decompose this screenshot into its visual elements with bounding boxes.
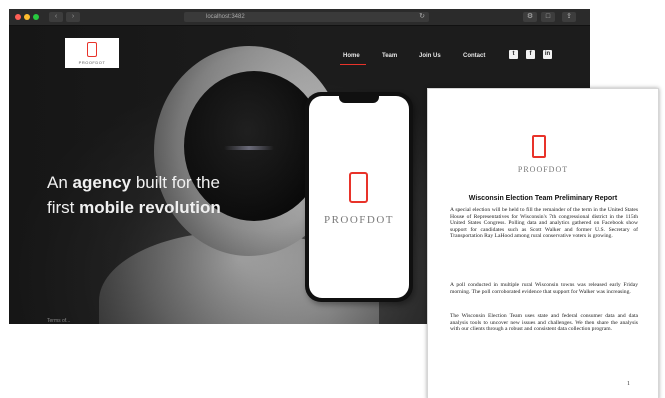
nav-link-join-us[interactable]: Join Us: [419, 53, 441, 59]
nav-link-contact[interactable]: Contact: [463, 53, 485, 59]
linkedin-icon[interactable]: in: [543, 50, 552, 59]
phone-notch: [339, 96, 379, 103]
headline-bold-agency: agency: [72, 173, 132, 192]
hero-headline: An agency built for the first mobile rev…: [47, 170, 307, 220]
maximize-window-button[interactable]: [33, 14, 39, 20]
document-paragraph: A special election will be held to fill …: [450, 207, 638, 240]
page-number: 1: [627, 381, 630, 387]
back-button[interactable]: ‹: [49, 12, 63, 22]
minimize-window-button[interactable]: [24, 14, 30, 20]
phone-logo-icon: [349, 172, 368, 203]
document-brand: PROOFDOT: [517, 165, 569, 174]
twitter-icon[interactable]: t: [509, 50, 518, 59]
phone-logo-icon: [87, 42, 97, 57]
nav-link-team[interactable]: Team: [382, 53, 397, 59]
forward-button[interactable]: ›: [66, 12, 80, 22]
phone-brand: PROOFDOT: [323, 214, 395, 226]
address-bar[interactable]: localhost:3482 ↻: [184, 12, 429, 22]
document-paragraph: The Wisconsin Election Team uses state a…: [450, 313, 638, 333]
phone-logo-icon: [532, 135, 546, 158]
facebook-icon[interactable]: f: [526, 50, 535, 59]
document-title: Wisconsin Election Team Preliminary Repo…: [468, 195, 618, 202]
close-window-button[interactable]: [15, 14, 21, 20]
report-document: PROOFDOT Wisconsin Election Team Prelimi…: [427, 88, 659, 398]
gear-icon[interactable]: ⚙: [523, 12, 537, 22]
nav-link-home[interactable]: Home: [343, 53, 360, 59]
headline-text: An: [47, 173, 73, 192]
document-paragraph: A poll conducted in multiple rural Wisco…: [450, 282, 638, 295]
share-icon[interactable]: ⇪: [562, 12, 576, 22]
address-bar-url: localhost:3482: [206, 14, 245, 20]
phone-mockup: PROOFDOT: [305, 92, 413, 302]
screenshot-scene: ‹ › localhost:3482 ↻ ⚙ □ ⇪ PROOFDOT Home: [0, 0, 665, 398]
reload-icon[interactable]: ↻: [419, 12, 425, 22]
phone-screen: PROOFDOT: [309, 96, 409, 298]
square-icon[interactable]: □: [541, 12, 555, 22]
headline-text: first: [47, 198, 80, 217]
site-logo[interactable]: PROOFDOT: [65, 38, 119, 68]
logo-wordmark: PROOFDOT: [78, 60, 106, 65]
browser-titlebar: ‹ › localhost:3482 ↻ ⚙ □ ⇪: [9, 9, 590, 26]
nav-active-indicator: [340, 64, 366, 65]
headline-text: built for the: [131, 173, 220, 192]
footer-link[interactable]: Terms of...: [47, 318, 70, 324]
headline-bold-mobile: mobile revolution: [79, 198, 221, 217]
